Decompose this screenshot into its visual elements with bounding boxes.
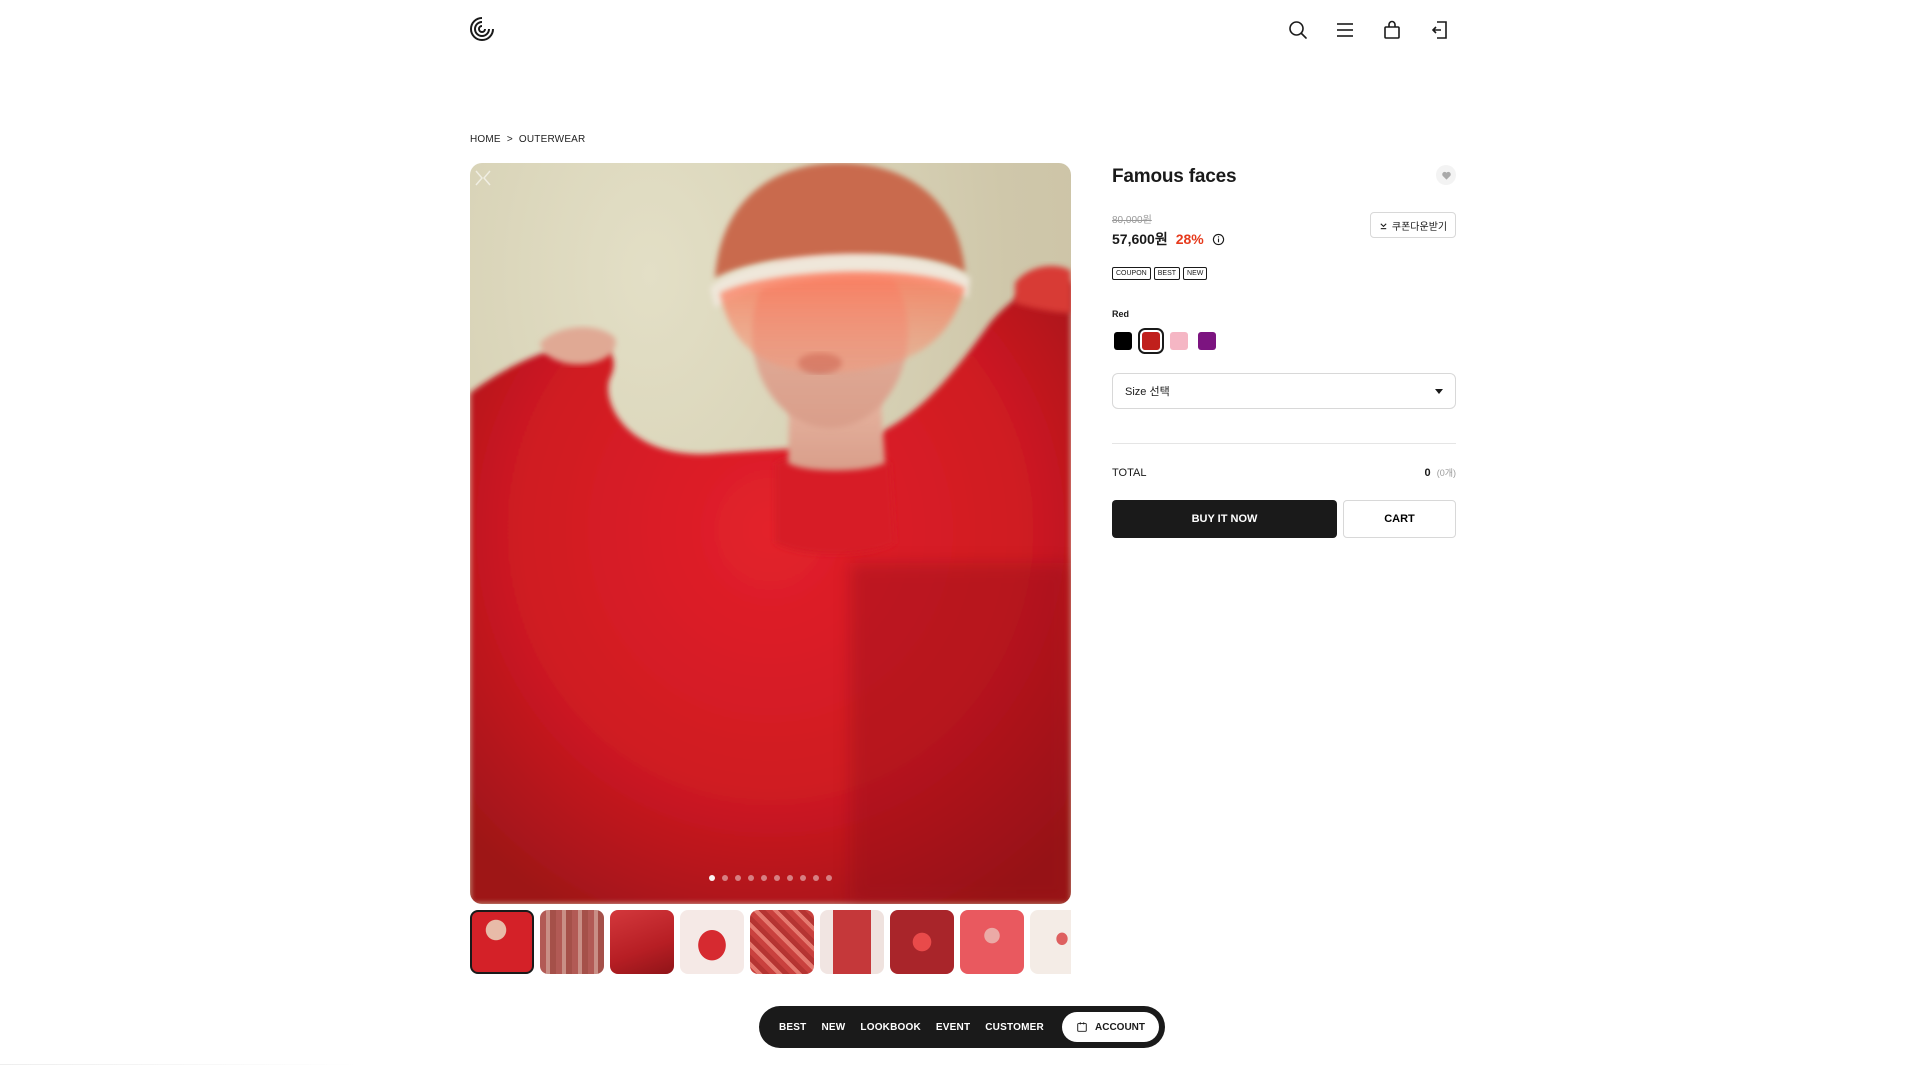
carousel-dot[interactable] xyxy=(748,875,754,881)
header xyxy=(469,14,1451,46)
cart-button[interactable]: CART xyxy=(1343,500,1456,538)
heart-icon xyxy=(1441,171,1451,180)
thumbnail[interactable] xyxy=(820,910,884,974)
thumbnail[interactable] xyxy=(750,910,814,974)
product-title: Famous faces xyxy=(1112,166,1237,187)
bottom-nav: BEST NEW LOOKBOOK EVENT CUSTOMER ACCOUNT xyxy=(759,1006,1165,1048)
breadcrumb-current[interactable]: OUTERWEAR xyxy=(519,134,586,145)
divider xyxy=(1112,443,1456,444)
download-icon xyxy=(1380,222,1387,229)
thumbnail[interactable] xyxy=(680,910,744,974)
info-icon[interactable] xyxy=(1212,233,1225,246)
carousel-dot[interactable] xyxy=(787,875,793,881)
purchase-buttons: BUY IT NOW CART xyxy=(1112,500,1456,538)
product-photo xyxy=(470,163,1071,904)
product-info: Famous faces 80,000원 57,600원 28% 쿠폰다운받기 … xyxy=(1112,163,1456,538)
carousel-dots xyxy=(470,875,1071,881)
color-swatch-pink[interactable] xyxy=(1170,332,1188,350)
nav-item-new[interactable]: NEW xyxy=(821,1022,845,1033)
nav-item-lookbook[interactable]: LOOKBOOK xyxy=(860,1022,921,1033)
wishlist-button[interactable] xyxy=(1436,165,1456,185)
size-select-placeholder: Size 선택 xyxy=(1125,386,1170,398)
nav-item-best[interactable]: BEST xyxy=(779,1022,806,1033)
sale-price: 57,600원 xyxy=(1112,231,1168,247)
carousel-dot[interactable] xyxy=(813,875,819,881)
header-icons xyxy=(1286,18,1451,42)
thumbnail[interactable] xyxy=(960,910,1024,974)
thumbnail-strip xyxy=(470,910,1071,974)
chevron-right-icon[interactable] xyxy=(470,163,488,193)
color-swatches xyxy=(1114,328,1216,354)
color-swatch-purple[interactable] xyxy=(1198,332,1216,350)
buy-now-button[interactable]: BUY IT NOW xyxy=(1112,500,1337,538)
color-swatch-black[interactable] xyxy=(1114,332,1132,350)
calendar-icon xyxy=(1077,1022,1087,1032)
price-row: 57,600원 28% xyxy=(1112,229,1225,249)
thumbnail[interactable] xyxy=(890,910,954,974)
carousel-dot[interactable] xyxy=(826,875,832,881)
thumbnail[interactable] xyxy=(470,910,534,974)
total-value: 0 xyxy=(1424,467,1431,479)
badge-new: NEW xyxy=(1183,267,1208,280)
coupon-download-label: 쿠폰다운받기 xyxy=(1391,221,1448,233)
breadcrumb-separator: > xyxy=(506,134,513,145)
account-button[interactable]: ACCOUNT xyxy=(1062,1012,1159,1042)
color-swatch-red[interactable] xyxy=(1138,328,1164,354)
nav-item-event[interactable]: EVENT xyxy=(936,1022,970,1033)
breadcrumb-home[interactable]: HOME xyxy=(470,134,501,145)
search-icon[interactable] xyxy=(1286,18,1310,42)
bottom-divider xyxy=(0,1064,360,1065)
badge-best: BEST xyxy=(1153,267,1181,280)
total-count: (0개) xyxy=(1436,468,1456,478)
thumbnail[interactable] xyxy=(540,910,604,974)
total-row: TOTAL 0 (0개) xyxy=(1112,466,1456,480)
carousel-dot[interactable] xyxy=(722,875,728,881)
carousel-dot[interactable] xyxy=(800,875,806,881)
nav-item-customer[interactable]: CUSTOMER xyxy=(985,1022,1044,1033)
coupon-download-button[interactable]: 쿠폰다운받기 xyxy=(1370,212,1456,238)
badge-coupon: COUPON xyxy=(1112,267,1151,280)
login-icon[interactable] xyxy=(1427,18,1451,42)
swirl-logo-icon[interactable] xyxy=(469,16,495,42)
menu-icon[interactable] xyxy=(1333,18,1357,42)
size-select[interactable]: Size 선택 xyxy=(1112,373,1456,409)
bag-icon[interactable] xyxy=(1380,18,1404,42)
breadcrumb: HOME > OUTERWEAR xyxy=(470,134,585,145)
badges: COUPON BEST NEW xyxy=(1112,267,1208,280)
carousel-dot[interactable] xyxy=(774,875,780,881)
total-amount: 0 (0개) xyxy=(1425,466,1456,479)
carousel-dot[interactable] xyxy=(735,875,741,881)
carousel-dot[interactable] xyxy=(761,875,767,881)
thumbnail[interactable] xyxy=(610,910,674,974)
caret-down-icon xyxy=(1435,388,1443,394)
account-label: ACCOUNT xyxy=(1095,1021,1145,1033)
thumbnail[interactable] xyxy=(1030,910,1071,974)
selected-color-label: Red xyxy=(1112,309,1130,319)
original-price: 80,000원 xyxy=(1112,215,1152,226)
discount-rate: 28% xyxy=(1175,231,1204,247)
total-label: TOTAL xyxy=(1112,466,1147,479)
main-product-image[interactable] xyxy=(470,163,1071,904)
carousel-dot[interactable] xyxy=(709,875,715,881)
